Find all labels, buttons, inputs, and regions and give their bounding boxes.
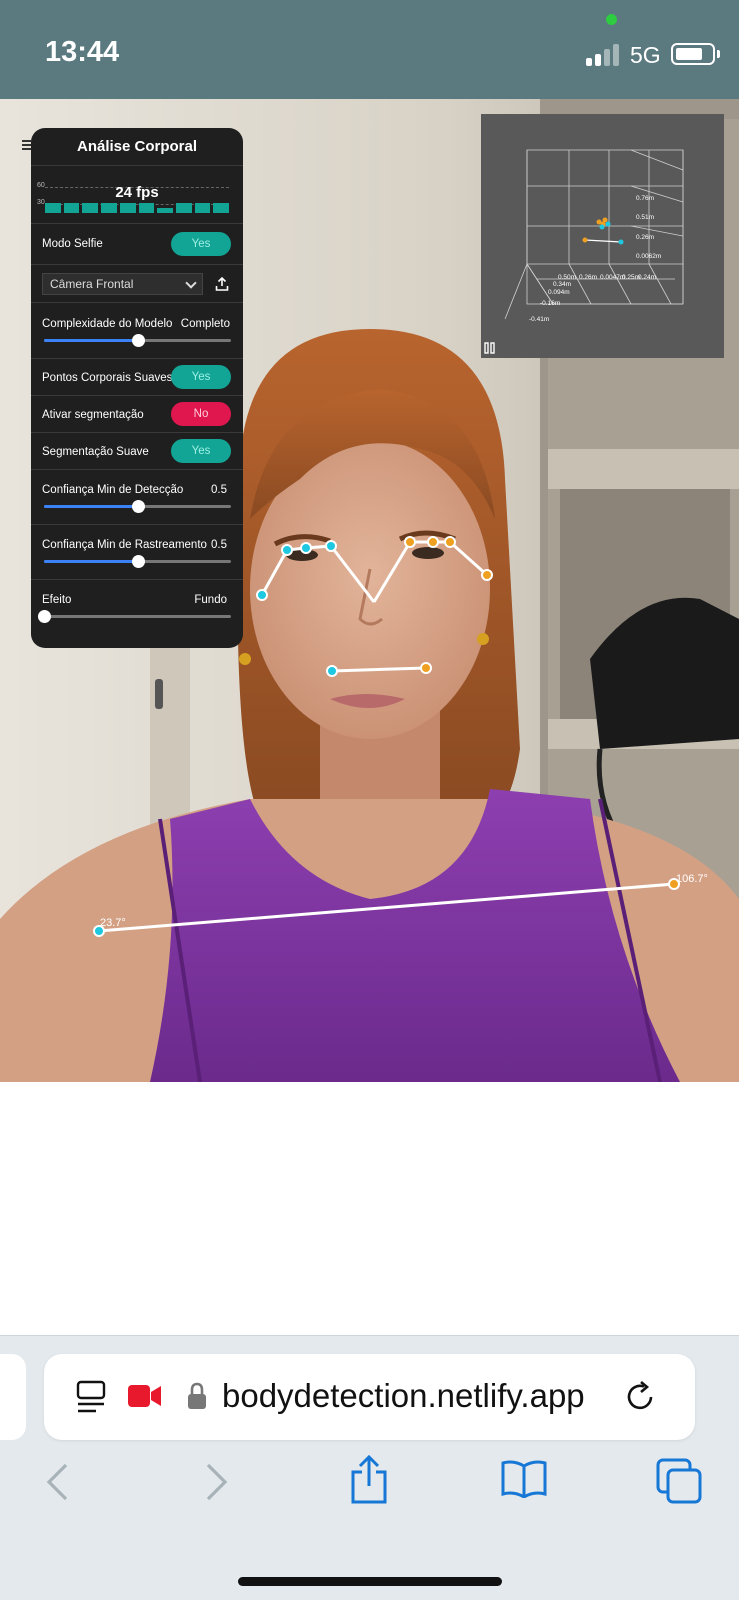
axis-label-z-1: 0.094m: [548, 289, 570, 296]
row-camera-select: Câmera Frontal: [31, 265, 243, 303]
status-time: 13:44: [45, 36, 120, 68]
axis-label-y-2: 0.26m: [636, 234, 654, 241]
upload-icon[interactable]: [215, 276, 229, 292]
axis-label-y-3: 0.0062m: [636, 253, 661, 260]
back-icon[interactable]: [44, 1462, 70, 1502]
axis-label-x-1: 0.26m: [579, 274, 597, 281]
pause-icon[interactable]: [484, 342, 496, 354]
effect-label: Efeito: [42, 594, 72, 606]
model-complexity-value: Completo: [180, 318, 230, 330]
camera-select-value: Câmera Frontal: [50, 277, 134, 291]
reload-icon[interactable]: [624, 1381, 656, 1413]
min-tracking-confidence-value: 0.5: [211, 539, 227, 551]
bookmarks-icon[interactable]: [500, 1460, 548, 1498]
home-indicator[interactable]: [238, 1577, 502, 1586]
share-icon[interactable]: [349, 1454, 389, 1504]
axis-label-z-2: -0.16m: [540, 300, 560, 307]
lock-icon: [188, 1382, 206, 1409]
min-detection-confidence-value: 0.5: [211, 484, 227, 496]
face-landmark-point: [256, 589, 268, 601]
mouth-left-point: [326, 665, 338, 677]
min-tracking-confidence-slider[interactable]: [44, 555, 231, 568]
slider-thumb[interactable]: [131, 334, 145, 347]
tabs-icon[interactable]: [656, 1458, 702, 1504]
camera-in-use-indicator: [606, 14, 617, 25]
url-text[interactable]: bodydetection.netlify.app: [222, 1377, 585, 1415]
slider-thumb[interactable]: [38, 610, 51, 623]
previous-tab-preview[interactable]: [0, 1354, 26, 1440]
pose-3d-grid: 0.76m 0.51m 0.26m 0.0062m 0.50m 0.26m 0.…: [504, 149, 684, 323]
smooth-segmentation-toggle[interactable]: Yes: [171, 439, 231, 463]
fps-bars: [45, 203, 230, 213]
forward-icon[interactable]: [204, 1462, 230, 1502]
enable-segmentation-label: Ativar segmentação: [42, 409, 144, 421]
slider-thumb[interactable]: [131, 555, 145, 568]
panel-drag-handle[interactable]: [22, 140, 31, 152]
address-bar[interactable]: bodydetection.netlify.app: [44, 1354, 695, 1440]
model-complexity-label: Complexidade do Modelo: [42, 318, 173, 330]
row-min-tracking-confidence: Confiança Min de Rastreamento 0.5: [31, 525, 243, 580]
face-landmark-point: [404, 536, 416, 548]
selfie-mode-label: Modo Selfie: [42, 238, 103, 250]
left-shoulder-angle-label: 23.7°: [100, 917, 126, 929]
right-shoulder-angle-label: 106.7°: [676, 873, 708, 885]
chevron-down-icon: [185, 277, 197, 289]
face-landmark-point: [325, 540, 337, 552]
video-camera-icon[interactable]: [128, 1384, 162, 1408]
smooth-landmarks-label: Pontos Corporais Suaves: [42, 372, 173, 384]
selfie-mode-toggle[interactable]: Yes: [171, 232, 231, 256]
axis-label-z-0: 0.34m: [553, 281, 571, 288]
effect-value: Fundo: [194, 594, 227, 606]
axis-label-y-0: 0.76m: [636, 195, 654, 202]
battery-icon: [671, 43, 715, 65]
min-tracking-confidence-label: Confiança Min de Rastreamento: [42, 539, 207, 551]
row-model-complexity: Complexidade do Modelo Completo: [31, 303, 243, 359]
axis-label-x-4: 0.24m: [638, 274, 656, 281]
face-landmark-point: [300, 542, 312, 554]
camera-select[interactable]: Câmera Frontal: [42, 273, 203, 295]
axis-label-x-0: 0.50m: [558, 274, 576, 281]
fps-value: 24 fps: [115, 184, 159, 201]
face-landmark-point: [481, 569, 493, 581]
row-effect: Efeito Fundo: [31, 580, 243, 640]
axis-label-y-1: 0.51m: [636, 214, 654, 221]
smooth-segmentation-label: Segmentação Suave: [42, 446, 149, 458]
browser-toolbar: bodydetection.netlify.app: [0, 1335, 739, 1600]
axis-label-z-3: -0.41m: [529, 316, 549, 323]
panel-title: Análise Corporal: [31, 128, 243, 166]
row-min-detection-confidence: Confiança Min de Detecção 0.5: [31, 470, 243, 525]
row-smooth-landmarks: Pontos Corporais Suaves Yes: [31, 359, 243, 396]
pose-3d-viewer[interactable]: 0.76m 0.51m 0.26m 0.0062m 0.50m 0.26m 0.…: [481, 114, 724, 358]
reader-icon[interactable]: [76, 1380, 106, 1414]
min-detection-confidence-label: Confiança Min de Detecção: [42, 484, 184, 496]
mouth-right-point: [420, 662, 432, 674]
signal-strength-icon: [586, 42, 622, 66]
page-blank-area: [0, 1082, 739, 1335]
slider-thumb[interactable]: [131, 500, 145, 513]
model-complexity-slider[interactable]: [44, 334, 231, 347]
smooth-landmarks-toggle[interactable]: Yes: [171, 365, 231, 389]
effect-slider[interactable]: [38, 610, 231, 623]
row-enable-segmentation: Ativar segmentação No: [31, 396, 243, 433]
fps-meter: 60 30 24 fps: [31, 166, 243, 224]
min-detection-confidence-slider[interactable]: [44, 500, 231, 513]
face-landmark-point: [444, 536, 456, 548]
control-panel: Análise Corporal 60 30 24 fps Modo Selfi…: [31, 128, 243, 648]
battery-tip: [717, 50, 720, 58]
network-type: 5G: [630, 42, 661, 68]
enable-segmentation-toggle[interactable]: No: [171, 402, 231, 426]
face-landmark-point: [281, 544, 293, 556]
status-bar: 13:44 5G: [0, 0, 739, 99]
row-smooth-segmentation: Segmentação Suave Yes: [31, 433, 243, 470]
face-landmark-point: [427, 536, 439, 548]
row-selfie-mode: Modo Selfie Yes: [31, 224, 243, 265]
